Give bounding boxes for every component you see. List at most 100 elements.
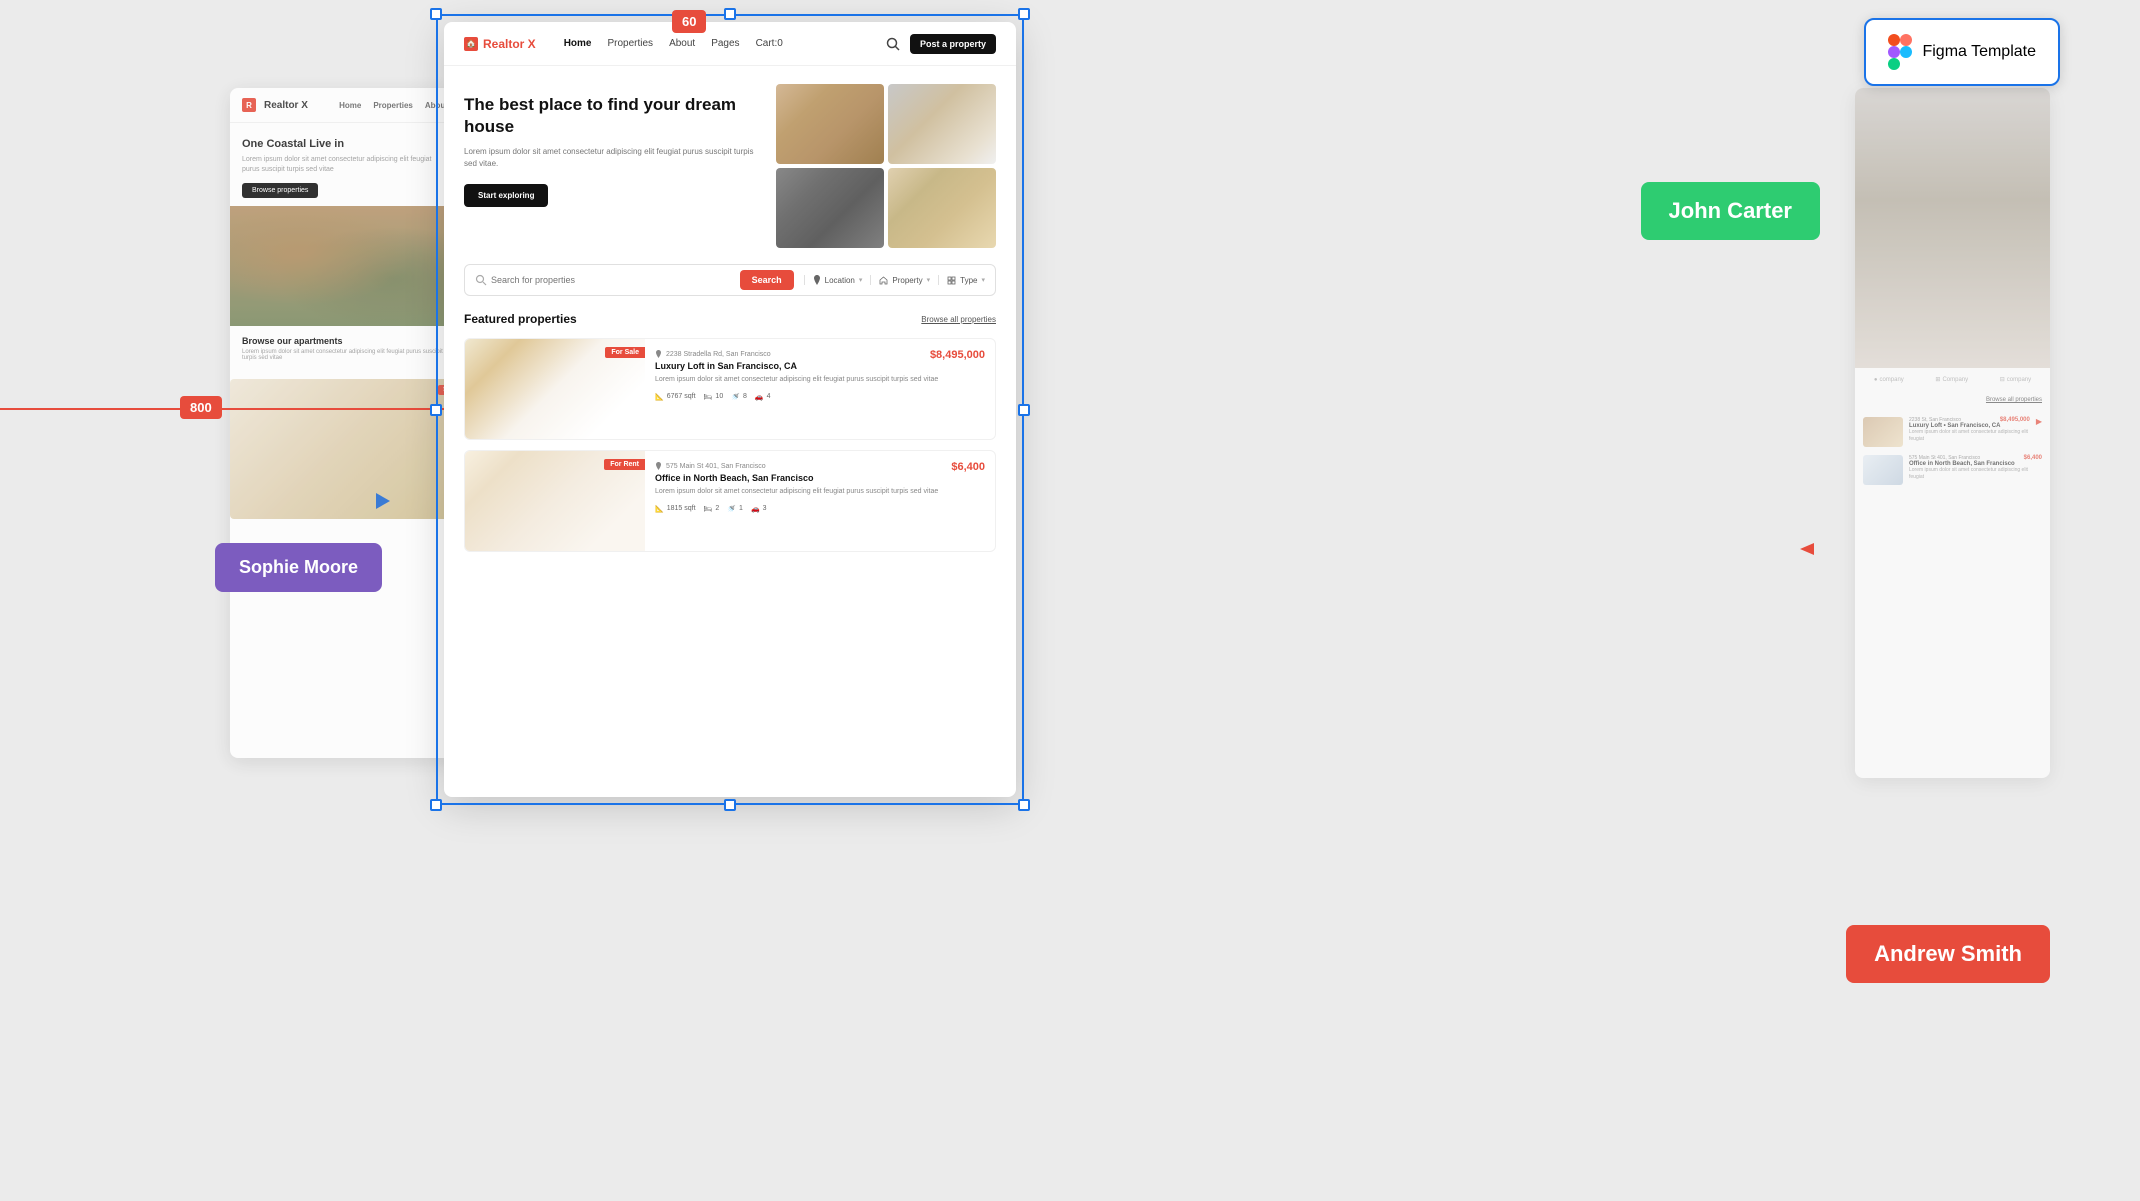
sqft-icon-1: 📐 — [655, 393, 664, 401]
andrew-smith-bubble: Andrew Smith — [1846, 925, 2050, 983]
property-filter-label: Property — [892, 276, 922, 285]
left-card-browse-sub: Lorem ipsum dolor sit amet consectetur a… — [242, 349, 448, 361]
company-logo-3: ⊟company — [2000, 376, 2031, 383]
car-icon-2: 🚗 — [751, 505, 760, 513]
bath-icon-2: 🚿 — [727, 505, 736, 513]
property-sqft-2: 📐 1815 sqft — [655, 505, 696, 513]
sophie-moore-bubble: Sophie Moore — [215, 543, 382, 592]
left-background-card: R Realtor X Home Properties About One Co… — [230, 88, 460, 758]
start-exploring-button[interactable]: Start exploring — [464, 184, 548, 207]
property-card-1: For Sale 2238 Stradella Rd, San Francisc… — [464, 338, 996, 440]
handle-mid-right[interactable] — [1018, 404, 1030, 416]
handle-bottom-left[interactable] — [430, 799, 442, 811]
left-card-browse-section: Browse our apartments Lorem ipsum dolor … — [230, 326, 460, 371]
property-price-2: $6,400 — [951, 461, 985, 473]
property-name-2: Office in North Beach, San Francisco — [655, 473, 985, 483]
cursor-arrow-right — [1798, 540, 1816, 563]
post-property-button[interactable]: Post a property — [910, 34, 996, 54]
john-carter-bubble: John Carter — [1641, 182, 1820, 240]
browse-all-link[interactable]: Browse all properties — [921, 315, 996, 324]
right-mini-prop-info-2: 575 Main St 401, San Francisco $6,400 Of… — [1909, 455, 2042, 480]
hero-section: The best place to find your dream house … — [444, 66, 1016, 248]
property-icon — [879, 276, 888, 285]
bed-icon-2: 🛏 — [704, 505, 713, 513]
company-logo-1: ●company — [1874, 377, 1904, 383]
search-input[interactable] — [491, 275, 734, 285]
featured-header: Featured properties Browse all propertie… — [464, 312, 996, 326]
property-price-1: $8,495,000 — [930, 349, 985, 361]
hero-image-1 — [776, 84, 884, 164]
location-filter[interactable]: Location ▾ — [804, 275, 863, 285]
left-card-property-image — [230, 206, 460, 326]
nav-pages[interactable]: Pages — [711, 38, 739, 49]
nav-cart[interactable]: Cart:0 — [756, 38, 783, 49]
property-beds-2: 🛏 2 — [704, 505, 720, 513]
bath-icon-1: 🚿 — [731, 393, 740, 401]
figma-logo-icon — [1888, 34, 1912, 70]
right-background-card: ●company ⊞Company ⊟company Browse all pr… — [1855, 88, 2050, 778]
left-card-header: R Realtor X Home Properties About — [230, 88, 460, 123]
location-pin-icon-2 — [655, 462, 662, 470]
bed-icon-1: 🛏 — [704, 393, 713, 401]
property-specs-1: 📐 6767 sqft 🛏 10 🚿 8 — [655, 393, 985, 401]
left-card-browse-btn[interactable]: Browse properties — [242, 183, 318, 198]
type-chevron-icon: ▾ — [981, 276, 985, 284]
handle-bottom-mid[interactable] — [724, 799, 736, 811]
left-card-hero-sub: Lorem ipsum dolor sit amet consectetur a… — [242, 155, 448, 175]
property-badge-sale: For Sale — [605, 347, 645, 358]
location-icon — [813, 275, 821, 285]
right-card-browse-all: Browse all properties — [1855, 391, 2050, 409]
nav-home[interactable]: Home — [564, 38, 592, 49]
right-card-listing: 2238 St, San Francisco $8,495,000 Luxury… — [1855, 409, 2050, 501]
hero-title: The best place to find your dream house — [464, 94, 764, 138]
handle-top-mid[interactable] — [724, 8, 736, 20]
handle-bottom-right[interactable] — [1018, 799, 1030, 811]
right-card-company-logos: ●company ⊞Company ⊟company — [1855, 368, 2050, 391]
property-specs-2: 📐 1815 sqft 🛏 2 🚿 1 — [655, 505, 985, 513]
featured-section: Featured properties Browse all propertie… — [444, 296, 1016, 552]
hero-images — [776, 84, 996, 248]
handle-mid-left[interactable] — [430, 404, 442, 416]
left-card-hero-title: One Coastal Live in — [242, 137, 448, 151]
left-card-nav: Home Properties About — [339, 101, 448, 110]
left-nav-home: Home — [339, 101, 361, 110]
location-pin-icon-1 — [655, 350, 662, 358]
property-beds-1: 🛏 10 — [704, 393, 724, 401]
logo-icon: 🏠 — [464, 37, 478, 51]
type-icon — [947, 276, 956, 285]
left-card-hero: One Coastal Live in Lorem ipsum dolor si… — [230, 123, 460, 206]
handle-top-left[interactable] — [430, 8, 442, 20]
type-filter[interactable]: Type ▾ — [938, 275, 985, 285]
property-baths-1: 🚿 8 — [731, 393, 747, 401]
figma-badge-text: Figma Template — [1922, 43, 2036, 61]
hero-image-2 — [888, 84, 996, 164]
property-info-2: 575 Main St 401, San Francisco $6,400 Of… — [655, 451, 995, 551]
property-address-text-1: 2238 Stradella Rd, San Francisco — [666, 351, 771, 358]
car-icon-1: 🚗 — [755, 393, 764, 401]
property-card-2: For Rent 575 Main St 401, San Francisco … — [464, 450, 996, 552]
property-badge-rent: For Rent — [604, 459, 645, 470]
logo: 🏠 Realtor X — [464, 37, 536, 51]
hero-body: Lorem ipsum dolor sit amet consectetur a… — [464, 146, 764, 170]
right-mini-prop-img-2 — [1863, 455, 1903, 485]
right-mini-desc-1: Lorem ipsum dolor sit amet consectetur a… — [1909, 429, 2030, 442]
company-logo-2: ⊞Company — [1935, 376, 1968, 383]
measurement-line — [0, 408, 460, 410]
property-desc-1: Lorem ipsum dolor sit amet consectetur a… — [655, 375, 985, 385]
search-icon[interactable] — [886, 37, 900, 51]
search-button[interactable]: Search — [740, 270, 794, 290]
hero-image-4 — [888, 168, 996, 248]
property-cars-2: 🚗 3 — [751, 505, 767, 513]
property-address-2: 575 Main St 401, San Francisco — [655, 462, 766, 470]
right-mini-prop-1: 2238 St, San Francisco $8,495,000 Luxury… — [1863, 417, 2042, 447]
nav-properties[interactable]: Properties — [607, 38, 653, 49]
property-chevron-icon: ▾ — [927, 276, 931, 284]
figma-template-badge: Figma Template — [1864, 18, 2060, 86]
property-cards: For Sale 2238 Stradella Rd, San Francisc… — [464, 338, 996, 552]
search-filters: Location ▾ Property ▾ — [804, 275, 985, 285]
nav-about[interactable]: About — [669, 38, 695, 49]
handle-top-right[interactable] — [1018, 8, 1030, 20]
sqft-icon-2: 📐 — [655, 505, 664, 513]
type-filter-label: Type — [960, 276, 977, 285]
property-filter[interactable]: Property ▾ — [870, 275, 930, 285]
